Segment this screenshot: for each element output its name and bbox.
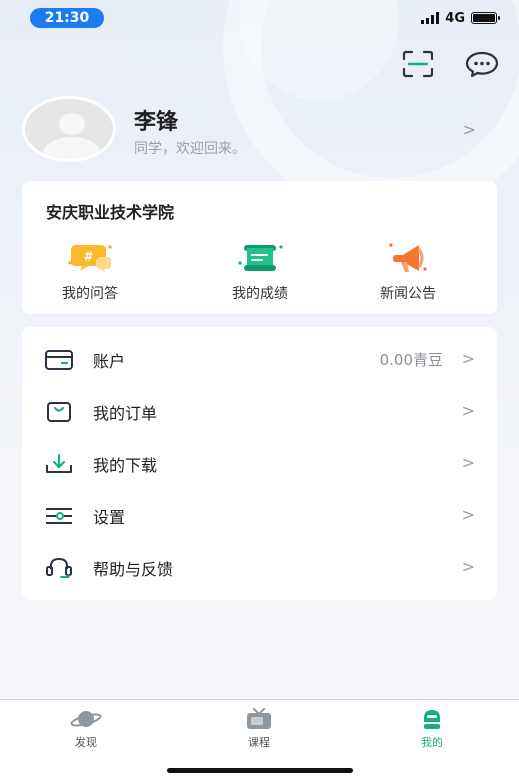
tab-discover[interactable]: 发现 [46,708,126,750]
qa-bubble-icon: # [68,245,112,272]
chevron-right-icon: > [461,505,475,524]
home-indicator[interactable] [167,768,353,773]
menu-item-downloads[interactable]: 我的下载 > [22,437,497,489]
menu-label: 账户 [93,352,126,371]
chevron-right-icon: > [461,401,475,420]
welcome-text: 同学，欢迎回来。 [134,141,246,157]
tab-label: 课程 [248,736,270,749]
account-balance: 0.00青豆 [379,351,443,369]
feature-label: 我的成绩 [232,286,288,302]
status-time: 21:30 [30,8,104,28]
menu-item-settings[interactable]: 设置 > [22,489,497,541]
feature-my-grades[interactable]: 我的成绩 [205,239,315,309]
tab-label: 我的 [421,736,443,749]
tv-icon [247,708,271,729]
megaphone-icon [389,243,427,272]
avatar[interactable] [22,96,116,162]
menu-label: 帮助与反馈 [93,560,174,579]
menu-label: 我的下载 [93,456,158,475]
network-type: 4G [445,10,465,26]
tab-label: 发现 [75,736,97,749]
order-bag-icon [47,402,71,422]
profile-face-icon [424,710,440,729]
signal-icon [421,12,440,24]
tab-courses[interactable]: 课程 [219,708,299,750]
sliders-icon [46,508,72,524]
menu-item-help-feedback[interactable]: 帮助与反馈 > [22,541,497,593]
planet-icon [70,711,102,727]
menu-label: 我的订单 [93,404,158,423]
avatar-head [59,113,85,135]
battery-icon [471,12,500,24]
tab-mine[interactable]: 我的 [392,708,472,750]
feature-label: 新闻公告 [380,286,436,302]
battery-level [473,14,495,22]
school-name: 安庆职业技术学院 [46,203,175,222]
chevron-right-icon: > [462,120,476,139]
menu-card: 账户 0.00青豆 > 我的订单 > 我的下载 > 设置 > 帮助与反馈 > [22,327,497,600]
user-name: 李锋 [134,110,179,135]
scroll-icon [238,245,283,271]
feature-label: 我的问答 [62,286,118,302]
school-card: 安庆职业技术学院 # 我的问答 我的成绩 新闻公告 [22,181,497,314]
chevron-right-icon: > [461,557,475,576]
menu-label: 设置 [93,508,126,527]
wallet-icon [45,350,73,370]
svg-text:#: # [83,250,93,264]
avatar-body [43,137,101,159]
status-bar: 21:30 4G [0,0,519,40]
chevron-right-icon: > [461,453,475,472]
download-icon [46,453,72,473]
chat-icon[interactable] [465,50,499,78]
menu-item-account[interactable]: 账户 0.00青豆 > [22,333,497,385]
scan-icon[interactable] [402,50,434,78]
profile-header[interactable]: 李锋 同学，欢迎回来。 > [22,96,498,162]
headset-icon [46,557,72,578]
feature-my-qa[interactable]: # 我的问答 [35,239,145,309]
chevron-right-icon: > [461,349,475,368]
feature-news[interactable]: 新闻公告 [353,239,463,309]
status-indicators: 4G [421,9,500,27]
menu-item-orders[interactable]: 我的订单 > [22,385,497,437]
